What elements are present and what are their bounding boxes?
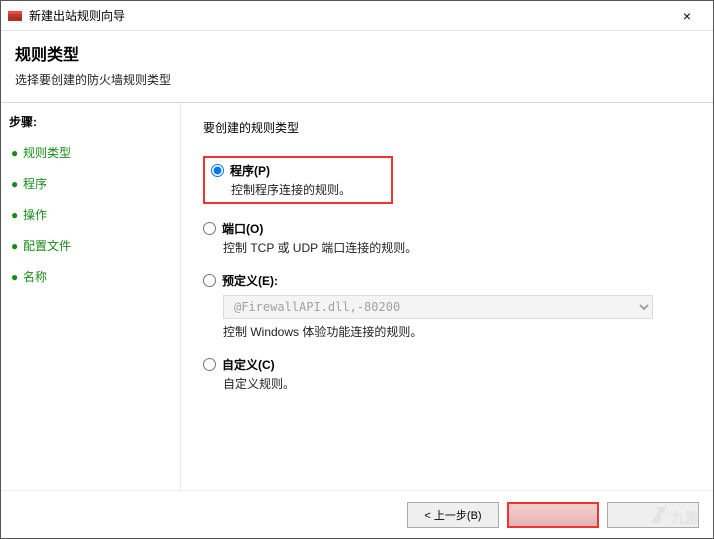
wizard-footer: < 上一步(B) — [1, 490, 713, 538]
option-port-desc: 控制 TCP 或 UDP 端口连接的规则。 — [223, 239, 691, 256]
cancel-button[interactable] — [607, 502, 699, 528]
predefined-dropdown[interactable]: @FirewallAPI.dll,-80200 — [223, 295, 653, 319]
steps-heading: 步骤: — [9, 113, 172, 130]
wizard-header: 规则类型 选择要创建的防火墙规则类型 — [1, 31, 713, 103]
option-predefined: 预定义(E): @FirewallAPI.dll,-80200 控制 Windo… — [203, 272, 691, 340]
wizard-content: 要创建的规则类型 程序(P) 控制程序连接的规则。 端口(O) 控制 TCP 或… — [181, 103, 713, 490]
step-bullet-icon: ● — [11, 239, 23, 253]
step-bullet-icon: ● — [11, 270, 23, 284]
window-title: 新建出站规则向导 — [29, 7, 667, 24]
title-bar: 新建出站规则向导 × — [1, 1, 713, 31]
page-title: 规则类型 — [15, 41, 699, 65]
step-label: 操作 — [23, 206, 47, 223]
option-port: 端口(O) 控制 TCP 或 UDP 端口连接的规则。 — [203, 220, 691, 256]
close-button[interactable]: × — [667, 8, 707, 24]
wizard-body: 步骤: ● 规则类型 ● 程序 ● 操作 ● 配置文件 ● 名称 — [1, 103, 713, 490]
option-custom-desc: 自定义规则。 — [223, 375, 691, 392]
step-bullet-icon: ● — [11, 177, 23, 191]
step-profile[interactable]: ● 配置文件 — [9, 233, 172, 258]
step-program[interactable]: ● 程序 — [9, 171, 172, 196]
option-program-desc: 控制程序连接的规则。 — [231, 181, 385, 198]
option-custom-label[interactable]: 自定义(C) — [222, 356, 275, 373]
step-bullet-icon: ● — [11, 208, 23, 222]
firewall-icon — [7, 8, 23, 24]
step-bullet-icon: ● — [11, 146, 23, 160]
step-label: 程序 — [23, 175, 47, 192]
steps-sidebar: 步骤: ● 规则类型 ● 程序 ● 操作 ● 配置文件 ● 名称 — [1, 103, 181, 490]
radio-predefined[interactable] — [203, 274, 216, 287]
content-heading: 要创建的规则类型 — [203, 119, 691, 136]
option-program: 程序(P) 控制程序连接的规则。 — [203, 156, 393, 204]
option-port-label[interactable]: 端口(O) — [222, 220, 263, 237]
step-label: 规则类型 — [23, 144, 71, 161]
option-predefined-label[interactable]: 预定义(E): — [222, 272, 278, 289]
option-custom: 自定义(C) 自定义规则。 — [203, 356, 691, 392]
predefined-combo-wrap: @FirewallAPI.dll,-80200 — [223, 295, 691, 319]
step-name[interactable]: ● 名称 — [9, 264, 172, 289]
option-program-label[interactable]: 程序(P) — [230, 162, 270, 179]
step-action[interactable]: ● 操作 — [9, 202, 172, 227]
next-button[interactable] — [507, 502, 599, 528]
wizard-window: 新建出站规则向导 × 规则类型 选择要创建的防火墙规则类型 步骤: ● 规则类型… — [0, 0, 714, 539]
radio-program[interactable] — [211, 164, 224, 177]
radio-port[interactable] — [203, 222, 216, 235]
back-button[interactable]: < 上一步(B) — [407, 502, 499, 528]
step-rule-type[interactable]: ● 规则类型 — [9, 140, 172, 165]
page-subtitle: 选择要创建的防火墙规则类型 — [15, 71, 699, 88]
step-label: 名称 — [23, 268, 47, 285]
radio-custom[interactable] — [203, 358, 216, 371]
step-label: 配置文件 — [23, 237, 71, 254]
option-predefined-desc: 控制 Windows 体验功能连接的规则。 — [223, 323, 691, 340]
